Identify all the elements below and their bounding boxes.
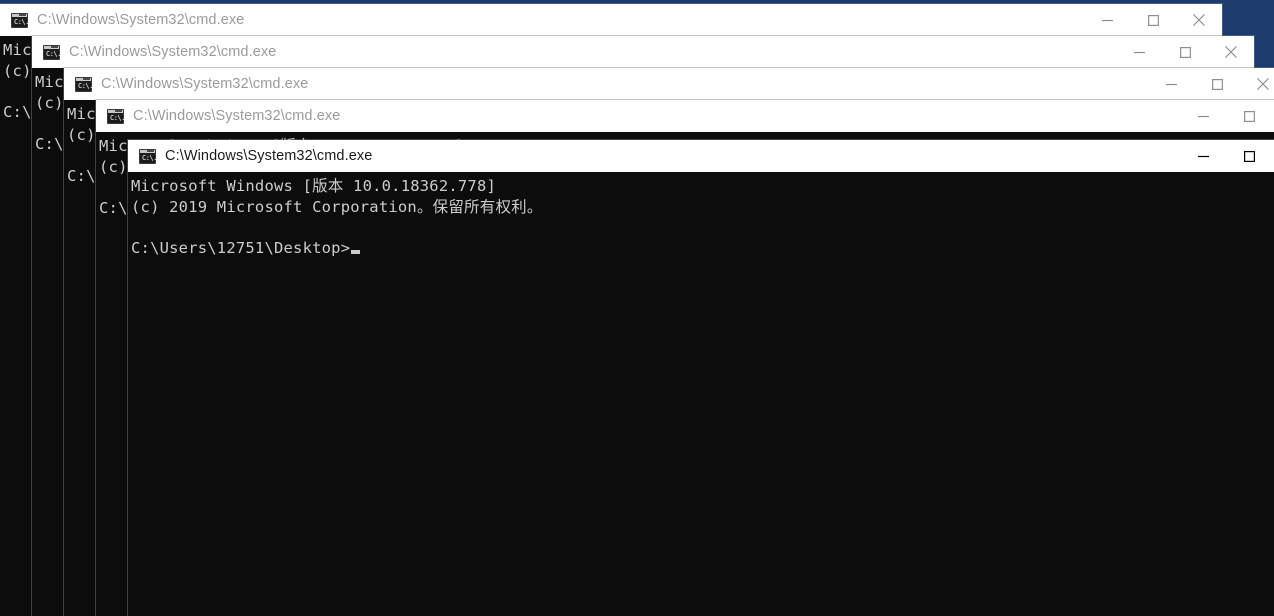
console-line: C:\Users\12751\Desktop>: [131, 238, 1274, 259]
console-line: Microsoft Windows [版本 10.0.18362.778]: [131, 177, 497, 195]
cmd-icon: C:\.: [107, 108, 125, 124]
cmd-icon: C:\.: [75, 76, 93, 92]
console-text: Microsoft Windows [版本 10.0.18362.778] (c)…: [128, 172, 1274, 258]
maximize-button[interactable]: [1226, 140, 1272, 172]
cmd-window-5[interactable]: C:\. C:\Windows\System32\cmd.exe Microsoft…: [128, 140, 1274, 616]
titlebar[interactable]: C:\. C:\Windows\System32\cmd.exe: [96, 100, 1274, 133]
window-title: C:\Windows\System32\cmd.exe: [133, 108, 341, 124]
close-button[interactable]: [1240, 68, 1274, 100]
window-controls: [1148, 68, 1274, 100]
titlebar[interactable]: C:\. C:\Windows\System32\cmd.exe: [32, 36, 1254, 69]
titlebar[interactable]: C:\. C:\Windows\System32\cmd.exe: [64, 68, 1274, 101]
cmd-icon: C:\.: [11, 12, 29, 28]
console-line: (c) 2019 Microsoft Corporation。保留所有权利。: [131, 197, 543, 216]
minimize-button[interactable]: [1148, 68, 1194, 100]
minimize-button[interactable]: [1180, 100, 1226, 132]
window-controls: [1116, 36, 1254, 68]
minimize-button[interactable]: [1180, 140, 1226, 172]
window-title: C:\Windows\System32\cmd.exe: [101, 76, 309, 92]
screen: C:\. C:\Windows\System32\cmd.exe Microsoft…: [0, 0, 1274, 616]
console-output[interactable]: Microsoft Windows [版本 10.0.18362.778] (c)…: [128, 172, 1274, 616]
window-controls: [1180, 100, 1274, 132]
titlebar[interactable]: C:\. C:\Windows\System32\cmd.exe: [0, 4, 1222, 37]
window-title: C:\Windows\System32\cmd.exe: [37, 12, 245, 28]
window-controls: [1180, 140, 1274, 172]
cmd-icon: C:\.: [43, 44, 61, 60]
close-button[interactable]: [1208, 36, 1254, 68]
titlebar[interactable]: C:\. C:\Windows\System32\cmd.exe: [128, 140, 1274, 173]
maximize-button[interactable]: [1130, 4, 1176, 36]
maximize-button[interactable]: [1194, 68, 1240, 100]
window-title: C:\Windows\System32\cmd.exe: [165, 148, 373, 164]
minimize-button[interactable]: [1116, 36, 1162, 68]
text-cursor: [351, 249, 361, 254]
cmd-icon: C:\.: [139, 148, 157, 164]
close-button[interactable]: [1176, 4, 1222, 36]
maximize-button[interactable]: [1226, 100, 1272, 132]
maximize-button[interactable]: [1162, 36, 1208, 68]
window-title: C:\Windows\System32\cmd.exe: [69, 44, 277, 60]
minimize-button[interactable]: [1084, 4, 1130, 36]
window-controls: [1084, 4, 1222, 36]
